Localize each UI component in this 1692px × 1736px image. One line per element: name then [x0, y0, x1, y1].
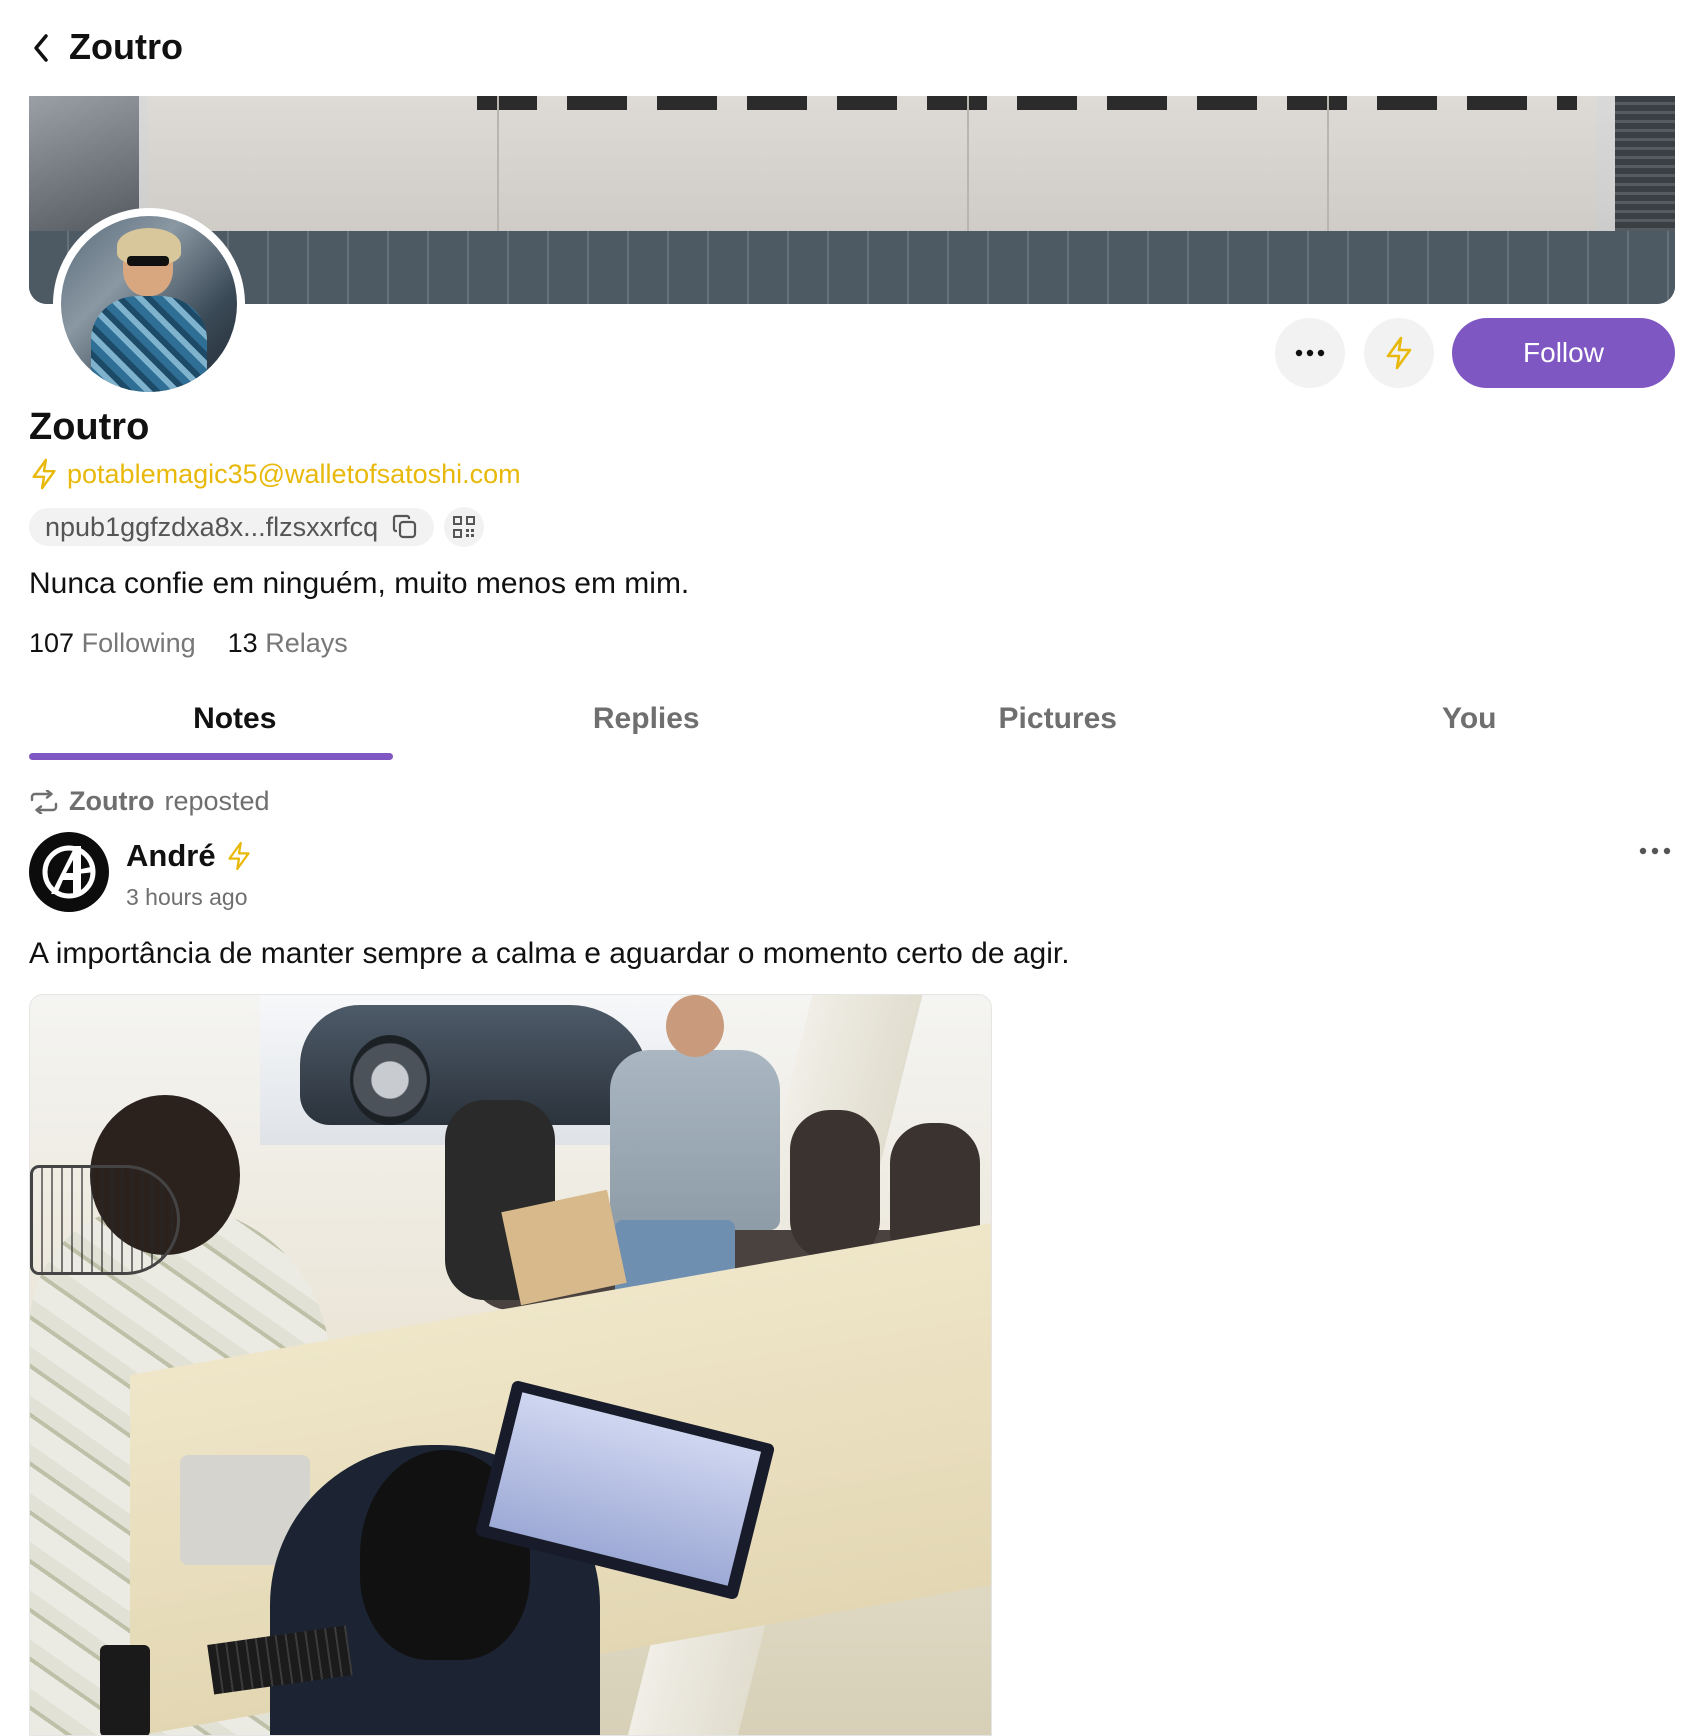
- post-author-name: André: [126, 838, 216, 873]
- more-horizontal-icon: [1295, 349, 1325, 357]
- banner-image-part: [477, 96, 1577, 110]
- post-image[interactable]: [29, 994, 992, 1736]
- profile-stats: 107 Following 13 Relays: [29, 628, 348, 659]
- banner-image-part: [29, 231, 1675, 304]
- stat-value: 13: [227, 628, 258, 658]
- profile-more-button[interactable]: [1275, 318, 1345, 388]
- banner-image-part: [147, 96, 1597, 231]
- tab-replies[interactable]: Replies: [441, 692, 853, 762]
- post-image-part: [350, 1035, 430, 1125]
- repost-icon: [30, 789, 58, 814]
- npub-row: npub1ggfzdxa8x...flzsxxrfcq: [29, 507, 485, 547]
- post-timestamp: 3 hours ago: [126, 884, 248, 910]
- banner-image-part: [497, 96, 499, 231]
- banner-image-part: [1615, 96, 1675, 231]
- post-image-part: [30, 1165, 180, 1275]
- post-image-part: [666, 995, 724, 1057]
- chevron-left-icon: [34, 34, 48, 62]
- profile-banner[interactable]: [29, 96, 1675, 304]
- avatar-image-part: [91, 296, 207, 392]
- lightning-address-text: potablemagic35@walletofsatoshi.com: [67, 458, 521, 489]
- post-text: A importância de manter sempre a calma e…: [29, 937, 1070, 970]
- npub-text: npub1ggfzdxa8x...flzsxxrfcq: [45, 511, 379, 542]
- profile-name: Zoutro: [29, 406, 150, 448]
- lightning-icon: [227, 841, 250, 871]
- lightning-address[interactable]: potablemagic35@walletofsatoshi.com: [29, 458, 521, 490]
- post-author-avatar[interactable]: [29, 832, 109, 912]
- relays-count[interactable]: 13 Relays: [228, 628, 348, 659]
- qr-code-button[interactable]: [444, 507, 485, 547]
- post-more-button[interactable]: [1635, 836, 1675, 866]
- profile-bio: Nunca confie em ninguém, muito menos em …: [29, 567, 690, 600]
- page-title: Zoutro: [69, 26, 183, 67]
- tab-pictures[interactable]: Pictures: [852, 692, 1264, 762]
- repost-indicator: Zoutro reposted: [29, 786, 270, 817]
- post-image-part: [100, 1645, 150, 1735]
- lightning-icon: [32, 458, 56, 490]
- post-author[interactable]: André: [126, 838, 252, 874]
- copy-icon: [393, 514, 417, 539]
- more-horizontal-icon: [1639, 847, 1671, 855]
- profile-tabs: Notes Replies Pictures You: [29, 692, 1675, 762]
- repost-label: reposted: [164, 786, 270, 816]
- banner-image-part: [967, 96, 969, 231]
- top-bar: Zoutro: [0, 0, 1692, 96]
- active-tab-indicator: [29, 753, 393, 760]
- lightning-icon: [1386, 336, 1412, 370]
- npub-copy-pill[interactable]: npub1ggfzdxa8x...flzsxxrfcq: [29, 508, 435, 546]
- following-count[interactable]: 107 Following: [29, 628, 196, 659]
- avatar-image: [61, 216, 237, 392]
- stat-value: 107: [29, 628, 75, 658]
- post-image-part: [790, 1110, 880, 1260]
- zap-button[interactable]: [1364, 318, 1434, 388]
- post-image-part: [610, 1050, 780, 1230]
- stat-label: Following: [81, 628, 196, 658]
- follow-button[interactable]: Follow: [1452, 318, 1675, 388]
- back-button[interactable]: [26, 28, 56, 68]
- tab-you[interactable]: You: [1264, 692, 1676, 762]
- tab-notes[interactable]: Notes: [29, 692, 441, 762]
- profile-avatar[interactable]: [53, 208, 245, 400]
- repost-author[interactable]: Zoutro: [69, 786, 154, 817]
- avatar-image-part: [127, 256, 169, 266]
- banner-image-part: [1327, 96, 1329, 231]
- avengers-logo-icon: [42, 845, 96, 899]
- qr-code-icon: [453, 516, 476, 538]
- stat-label: Relays: [265, 628, 348, 658]
